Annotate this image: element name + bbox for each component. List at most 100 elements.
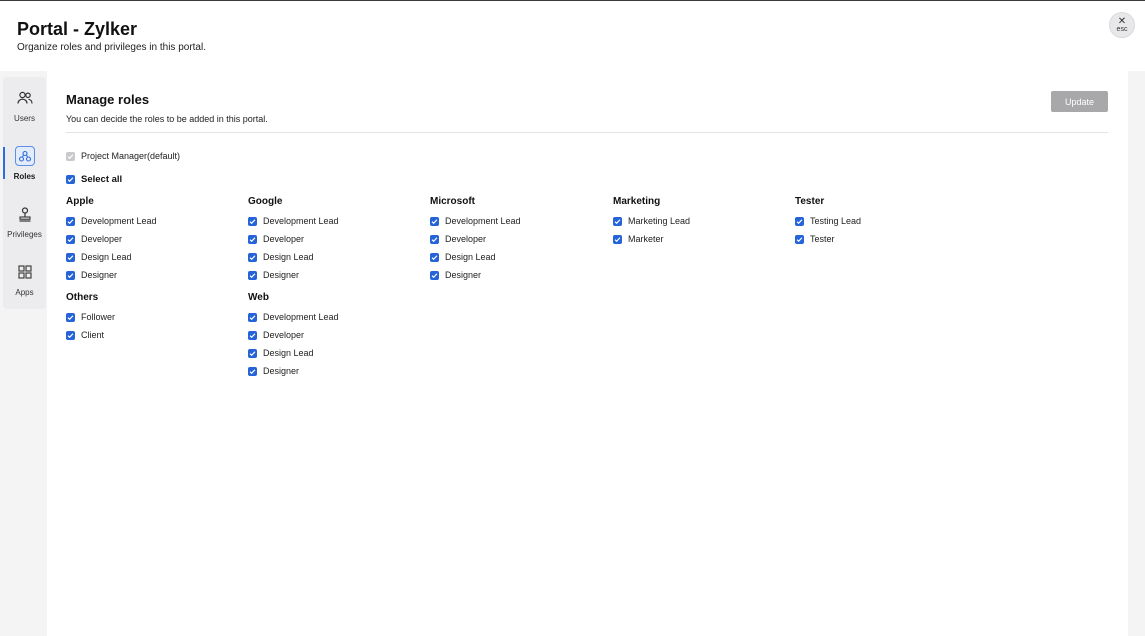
group-title-microsoft: Microsoft: [430, 196, 475, 207]
role-checkbox[interactable]: [66, 270, 75, 280]
role-checkbox[interactable]: [66, 330, 75, 340]
role-checkbox-row[interactable]: Designer: [430, 268, 481, 282]
role-checkbox-row[interactable]: Designer: [248, 268, 299, 282]
users-icon: [15, 88, 35, 108]
default-role-label: Project Manager(default): [81, 151, 181, 161]
role-checkbox[interactable]: [248, 234, 257, 244]
section-title: Manage roles: [66, 92, 150, 107]
select-all-checkbox[interactable]: [66, 174, 75, 184]
sidebar: Users Roles Privileges Apps: [3, 77, 46, 309]
role-label: Designer: [263, 270, 300, 280]
role-label: Development Lead: [81, 216, 157, 226]
default-role-checkbox: [66, 151, 75, 161]
role-checkbox[interactable]: [795, 216, 804, 226]
role-label: Design Lead: [263, 348, 314, 358]
role-label: Development Lead: [263, 216, 339, 226]
section-subtitle: You can decide the roles to be added in …: [66, 114, 268, 124]
sidebar-item-roles[interactable]: Roles: [3, 137, 46, 193]
role-label: Developer: [263, 234, 305, 244]
role-checkbox[interactable]: [66, 312, 75, 322]
role-label: Tester: [810, 234, 835, 244]
group-title-others: Others: [66, 292, 99, 303]
role-checkbox[interactable]: [248, 270, 257, 280]
roles-icon: [14, 146, 35, 166]
role-checkbox-row[interactable]: Testing Lead: [795, 214, 861, 228]
role-label: Client: [81, 330, 105, 340]
role-checkbox[interactable]: [248, 312, 257, 322]
sidebar-item-label: Privileges: [7, 230, 42, 239]
role-checkbox-row[interactable]: Client: [66, 328, 104, 342]
role-label: Design Lead: [81, 252, 132, 262]
role-label: Follower: [81, 312, 116, 322]
role-checkbox[interactable]: [66, 252, 75, 262]
role-checkbox[interactable]: [248, 330, 257, 340]
role-checkbox[interactable]: [430, 270, 439, 280]
role-checkbox-row[interactable]: Developer: [430, 232, 486, 246]
role-checkbox[interactable]: [613, 216, 622, 226]
sidebar-item-label: Roles: [13, 172, 36, 181]
role-checkbox-row[interactable]: Development Lead: [430, 214, 521, 228]
page-header: Portal - Zylker Organize roles and privi…: [0, 1, 1145, 71]
role-label: Development Lead: [263, 312, 339, 322]
role-checkbox[interactable]: [66, 234, 75, 244]
role-checkbox-row[interactable]: Marketer: [613, 232, 664, 246]
role-checkbox-row[interactable]: Developer: [248, 328, 304, 342]
role-label: Designer: [445, 270, 482, 280]
group-title-tester: Tester: [795, 196, 825, 207]
role-checkbox[interactable]: [248, 348, 257, 358]
update-button[interactable]: Update: [1051, 91, 1108, 112]
apps-grid-icon: [15, 262, 35, 282]
x-icon: ✕: [1117, 15, 1127, 27]
select-all-row[interactable]: Select all: [66, 172, 122, 186]
role-checkbox[interactable]: [248, 216, 257, 226]
role-checkbox[interactable]: [248, 252, 257, 262]
role-checkbox-row[interactable]: Follower: [66, 310, 115, 324]
role-label: Development Lead: [445, 216, 521, 226]
role-checkbox-row[interactable]: Tester: [795, 232, 835, 246]
page-subtitle: Organize roles and privileges in this po…: [17, 42, 206, 53]
role-checkbox[interactable]: [66, 216, 75, 226]
role-label: Marketing Lead: [628, 216, 691, 226]
sidebar-item-label: Apps: [15, 288, 34, 297]
close-label: esc: [1116, 25, 1128, 33]
role-checkbox-row[interactable]: Developer: [248, 232, 304, 246]
role-label: Developer: [445, 234, 487, 244]
role-label: Marketer: [628, 234, 664, 244]
role-checkbox-row[interactable]: Development Lead: [66, 214, 157, 228]
role-checkbox-row[interactable]: Design Lead: [430, 250, 496, 264]
role-checkbox[interactable]: [430, 252, 439, 262]
role-checkbox[interactable]: [613, 234, 622, 244]
role-checkbox[interactable]: [430, 216, 439, 226]
role-checkbox-row[interactable]: Design Lead: [248, 346, 314, 360]
role-checkbox-row[interactable]: Development Lead: [248, 214, 339, 228]
group-title-google: Google: [248, 196, 283, 207]
role-label: Design Lead: [445, 252, 496, 262]
role-label: Designer: [81, 270, 118, 280]
role-checkbox-row[interactable]: Developer: [66, 232, 122, 246]
manage-roles-panel: Manage roles You can decide the roles to…: [47, 71, 1128, 636]
role-checkbox[interactable]: [795, 234, 804, 244]
role-checkbox-row[interactable]: Design Lead: [66, 250, 132, 264]
privileges-icon: [15, 204, 35, 224]
role-checkbox-row[interactable]: Designer: [248, 364, 299, 378]
sidebar-item-label: Users: [14, 114, 35, 123]
role-checkbox[interactable]: [430, 234, 439, 244]
sidebar-item-users[interactable]: Users: [3, 79, 46, 135]
role-label: Testing Lead: [810, 216, 862, 226]
close-button[interactable]: ✕ esc: [1109, 12, 1135, 38]
sidebar-item-apps[interactable]: Apps: [3, 253, 46, 309]
role-label: Designer: [263, 366, 300, 376]
role-label: Design Lead: [263, 252, 314, 262]
active-indicator: [3, 147, 5, 179]
default-role-row: Project Manager(default): [66, 149, 180, 163]
role-checkbox-row[interactable]: Marketing Lead: [613, 214, 690, 228]
role-checkbox-row[interactable]: Design Lead: [248, 250, 314, 264]
page-title: Portal - Zylker: [17, 19, 138, 39]
role-checkbox-row[interactable]: Designer: [66, 268, 117, 282]
role-checkbox[interactable]: [248, 366, 257, 376]
role-label: Developer: [263, 330, 305, 340]
sidebar-item-privileges[interactable]: Privileges: [3, 195, 46, 251]
group-title-web: Web: [248, 292, 269, 303]
role-checkbox-row[interactable]: Development Lead: [248, 310, 339, 324]
right-gutter: [1128, 71, 1145, 636]
